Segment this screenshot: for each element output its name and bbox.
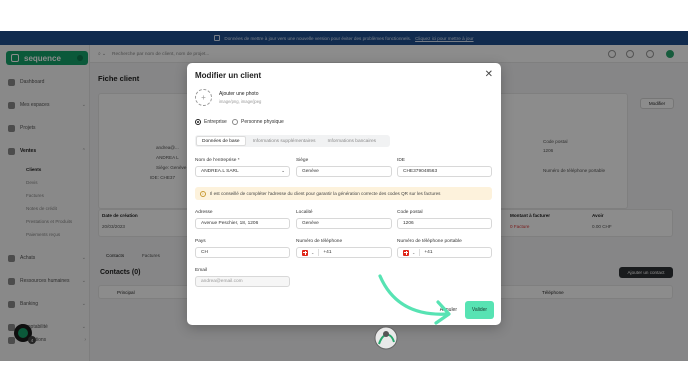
- address-value: Avenue Peschier, 18, 1206: [201, 221, 259, 226]
- radio-person[interactable]: Personne physique: [232, 119, 284, 125]
- chevron-down-icon[interactable]: ⌄: [311, 250, 314, 255]
- address-warning: i Il est conseillé de compléter l'adress…: [195, 187, 492, 200]
- mobile-input[interactable]: ⌄ +41: [397, 247, 492, 258]
- company-name-value: ANDREA.L SARL: [201, 169, 239, 174]
- siege-label: Siège: [296, 158, 309, 163]
- ide-value: CHE379048563: [403, 169, 438, 174]
- phone-value: +41: [323, 250, 332, 255]
- mobile-label: Numéro de téléphone portable: [397, 239, 462, 244]
- email-label: Email: [195, 268, 207, 273]
- ide-input[interactable]: CHE379048563: [397, 166, 492, 177]
- tab-additional-info[interactable]: Informations supplémentaires: [248, 136, 321, 146]
- modal-tabs: Données de base Informations supplémenta…: [195, 135, 390, 147]
- swiss-flag-icon: [403, 249, 409, 256]
- phone-input[interactable]: ⌄ +41: [296, 247, 392, 258]
- edit-client-modal: Modifier un client ✕ + Ajouter une photo…: [187, 63, 501, 325]
- address-label: Adresse: [195, 210, 213, 215]
- cancel-button[interactable]: Annuler: [429, 301, 459, 319]
- validate-label: Valider: [471, 307, 488, 313]
- email-field[interactable]: andrea@email.com: [195, 276, 290, 287]
- ide-label: IDE: [397, 158, 405, 163]
- phone-label: Numéro de téléphone: [296, 239, 343, 244]
- radio-company-label: Entreprise: [204, 119, 227, 125]
- address-input[interactable]: Avenue Peschier, 18, 1206: [195, 218, 290, 229]
- radio-person-label: Personne physique: [241, 119, 284, 125]
- validate-button[interactable]: Valider: [465, 301, 494, 319]
- divider: [318, 249, 320, 256]
- tab-bank-info[interactable]: Informations bancaires: [323, 136, 382, 146]
- radio-company[interactable]: Entreprise: [195, 119, 227, 125]
- postal-code-value: 1206: [403, 221, 414, 226]
- postal-code-label: Code postal: [397, 210, 423, 215]
- email-placeholder: andrea@email.com: [201, 279, 243, 284]
- siege-value: Genève: [302, 169, 319, 174]
- locality-input[interactable]: Genève: [296, 218, 392, 229]
- modal-title: Modifier un client: [195, 71, 262, 80]
- swiss-flag-icon: [302, 249, 308, 256]
- photo-label: Ajouter une photo: [219, 91, 259, 97]
- siege-input[interactable]: Genève: [296, 166, 392, 177]
- warning-text: Il est conseillé de compléter l'adresse …: [210, 191, 441, 196]
- mobile-value: +41: [424, 250, 433, 255]
- country-select[interactable]: CH: [195, 247, 290, 258]
- locality-value: Genève: [302, 221, 319, 226]
- close-icon[interactable]: ✕: [485, 70, 493, 80]
- radio-unselected-icon: [232, 119, 238, 125]
- radio-selected-icon: [195, 119, 201, 125]
- country-value: CH: [201, 250, 208, 255]
- company-name-input[interactable]: ANDREA.L SARL ⌄: [195, 166, 290, 177]
- locality-label: Localité: [296, 210, 313, 215]
- postal-code-input[interactable]: 1206: [397, 218, 492, 229]
- chevron-down-icon[interactable]: ⌄: [412, 250, 415, 255]
- plus-icon: +: [201, 93, 206, 102]
- divider: [419, 249, 421, 256]
- country-label: Pays: [195, 239, 206, 244]
- tab-basic-data[interactable]: Données de base: [196, 136, 246, 146]
- add-photo-button[interactable]: +: [195, 89, 212, 106]
- cancel-label: Annuler: [439, 307, 457, 313]
- photo-hint: image/png, image/jpeg: [219, 99, 262, 104]
- illustration-icon: [374, 326, 398, 350]
- company-name-label: Nom de l'entreprise *: [195, 158, 240, 163]
- dropdown-icon: ⌄: [281, 168, 285, 173]
- info-icon: i: [200, 190, 206, 197]
